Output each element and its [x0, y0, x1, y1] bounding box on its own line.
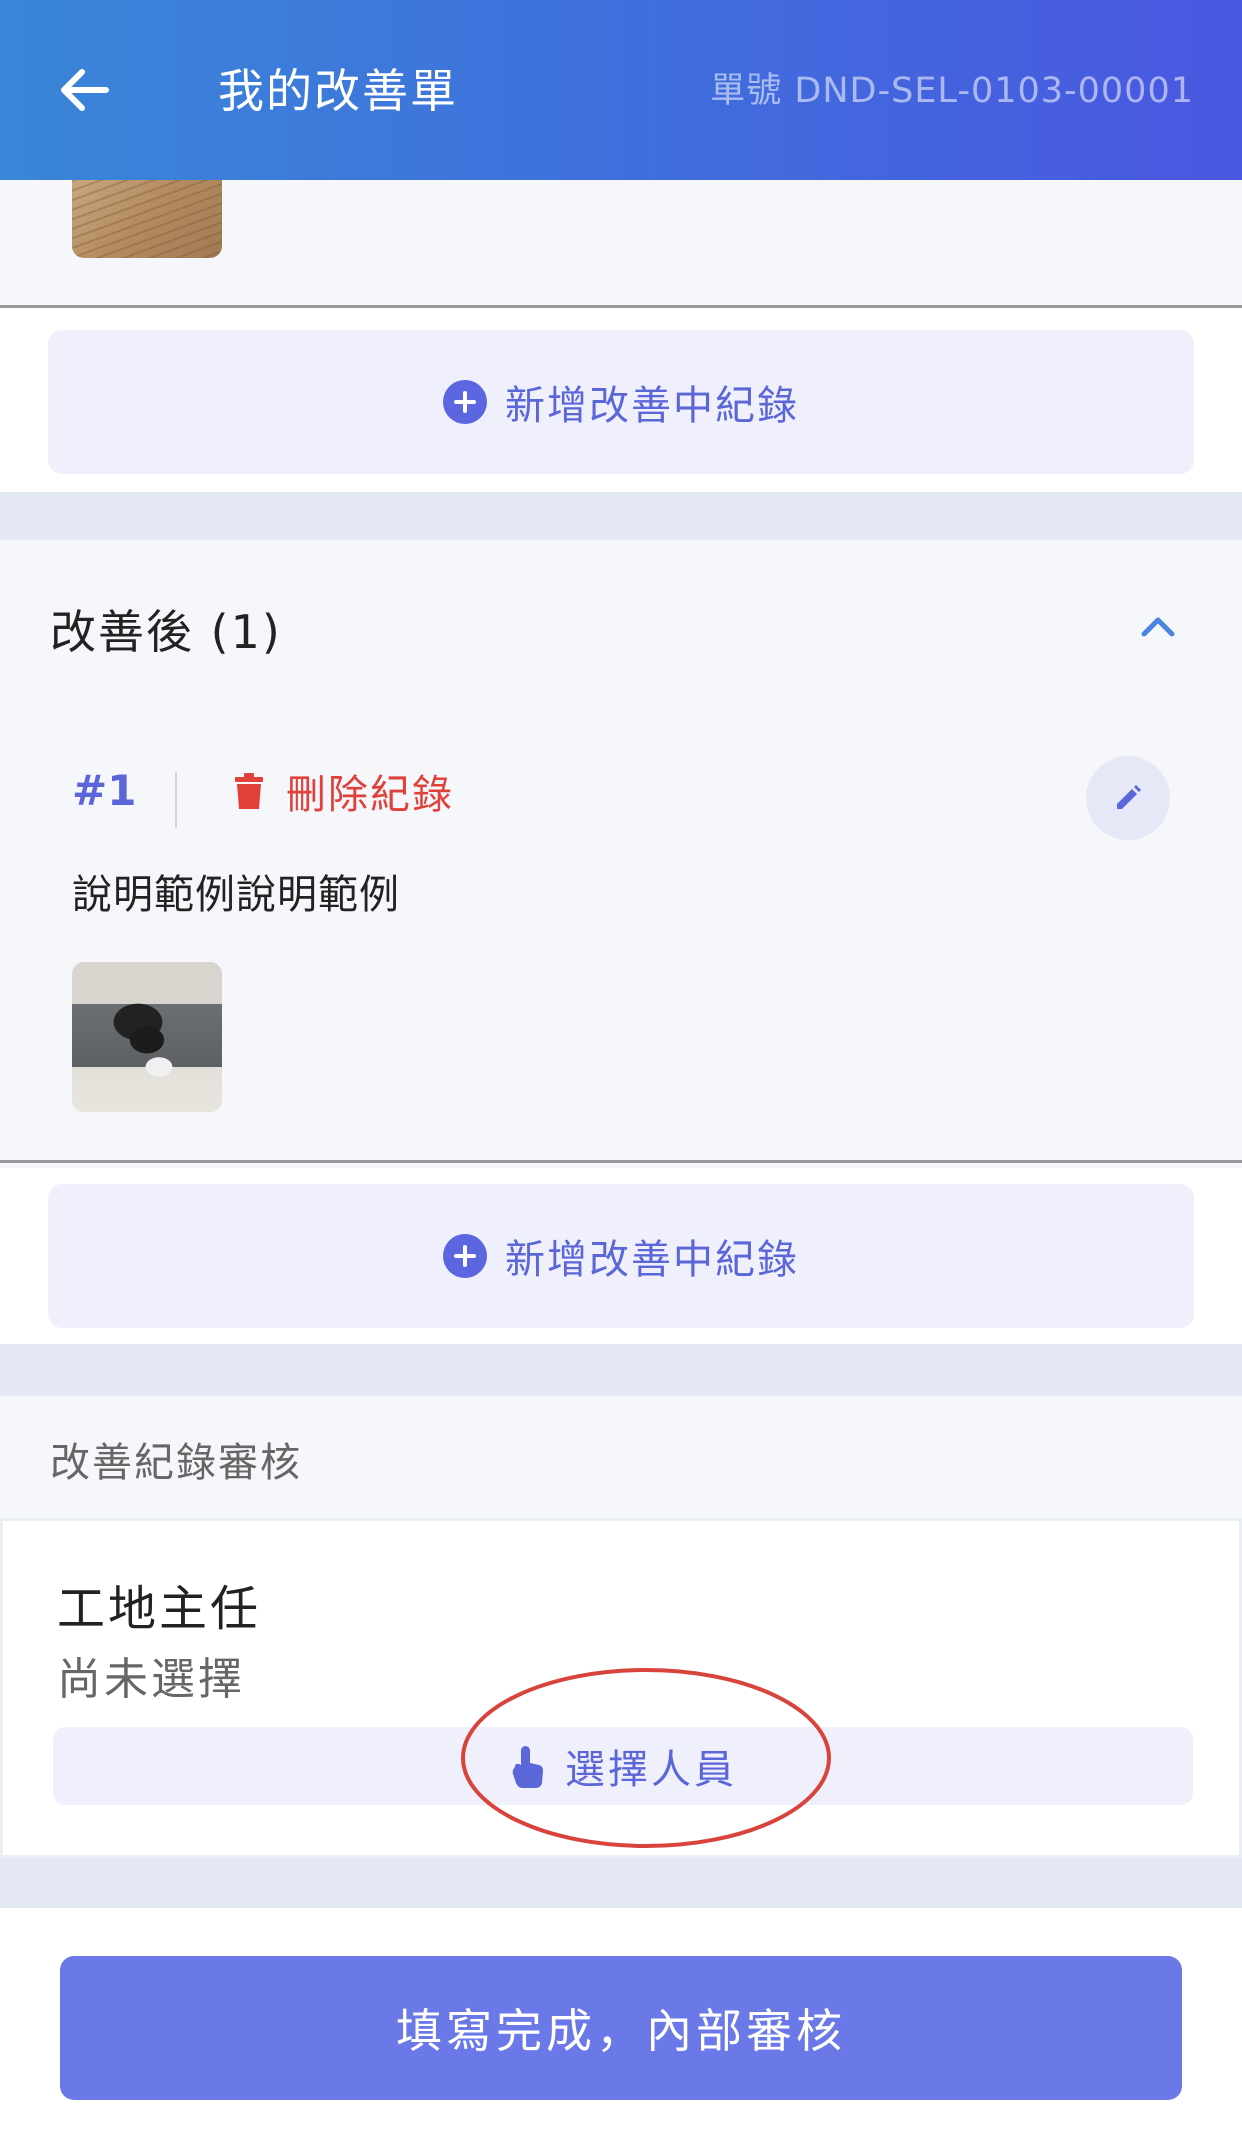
select-person-button[interactable]: 選擇人員: [53, 1727, 1193, 1805]
audit-section-title: 改善紀錄審核: [50, 1440, 302, 1486]
app-header: 我的改善單 單號 DND-SEL-0103-00001: [0, 0, 1242, 180]
add-record-label: 新增改善中紀錄: [505, 1237, 799, 1283]
page-title: 我的改善單: [218, 64, 458, 118]
add-record-label: 新增改善中紀錄: [505, 383, 799, 429]
back-arrow-icon[interactable]: [52, 58, 116, 122]
tap-hand-icon: [512, 1746, 543, 1788]
audit-section-header: 改善紀錄審核: [0, 1396, 1242, 1518]
delete-record-label: 刪除紀錄: [286, 772, 454, 818]
record-photo-thumbnail[interactable]: [72, 180, 222, 258]
bottom-bar: 填寫完成，內部審核: [0, 1908, 1242, 2148]
record-description: 說明範例說明範例: [72, 872, 400, 918]
divider: [175, 772, 177, 828]
record-photo-thumbnail[interactable]: [72, 962, 222, 1112]
reviewer-role: 工地主任: [57, 1581, 262, 1637]
submit-button[interactable]: 填寫完成，內部審核: [60, 1956, 1182, 2100]
reviewer-status: 尚未選擇: [57, 1654, 245, 1705]
submit-label: 填寫完成，內部審核: [396, 2004, 846, 2058]
divider: [0, 1160, 1242, 1163]
section-title: 改善後 (1): [50, 605, 282, 659]
after-improvement-section: 改善後 (1) #1 刪除紀錄 說明範例說明範例 新增改善中紀錄: [0, 540, 1242, 1344]
in-progress-section: 新增改善中紀錄: [0, 180, 1242, 492]
reviewer-card: 工地主任 尚未選擇 選擇人員: [0, 1518, 1242, 1858]
record-number: #1: [72, 766, 137, 815]
edit-record-button[interactable]: [1086, 756, 1170, 840]
add-in-progress-record-button[interactable]: 新增改善中紀錄: [48, 1184, 1194, 1328]
plus-circle-icon: [443, 1234, 487, 1278]
chevron-up-icon[interactable]: [1136, 604, 1180, 648]
delete-record-button[interactable]: 刪除紀錄: [232, 762, 454, 820]
pencil-icon: [1117, 785, 1141, 809]
select-person-label: 選擇人員: [565, 1747, 737, 1793]
trash-icon: [235, 773, 263, 809]
add-in-progress-record-button[interactable]: 新增改善中紀錄: [48, 330, 1194, 474]
plus-circle-icon: [443, 380, 487, 424]
order-number: 單號 DND-SEL-0103-00001: [710, 71, 1194, 111]
